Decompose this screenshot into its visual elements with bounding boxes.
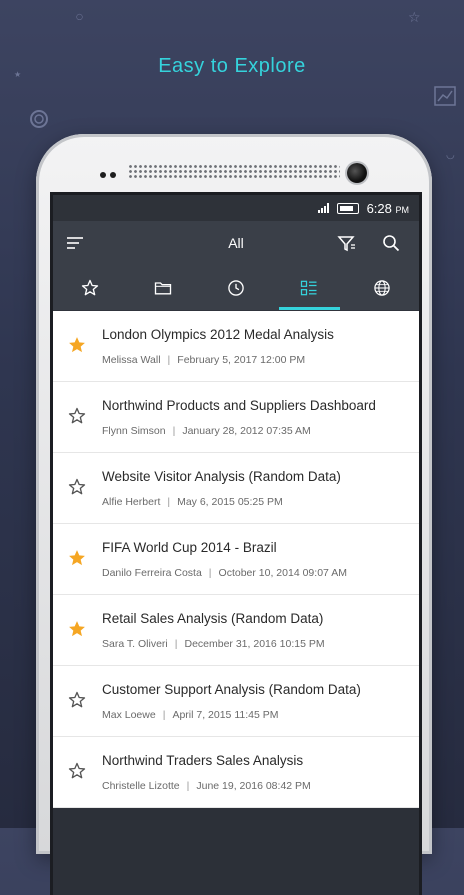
phone-frame: 6:28 PM All London Olympics 2012 Medal A… <box>36 134 432 895</box>
item-meta: Danilo Ferreira Costa | October 10, 2014 0… <box>102 567 347 579</box>
list-item[interactable]: London Olympics 2012 Medal Analysis Melis… <box>53 311 419 382</box>
tab-bar <box>53 265 419 311</box>
item-date: January 28, 2012 <box>182 425 264 437</box>
bg-circle-icon: ○ <box>76 12 83 21</box>
item-title: London Olympics 2012 Medal Analysis <box>102 327 334 342</box>
item-author: Melissa Wall <box>102 354 161 366</box>
item-author: Sara T. Oliveri <box>102 638 168 650</box>
sensor-dot <box>110 172 116 178</box>
app-screen: 6:28 PM All London Olympics 2012 Medal A… <box>50 192 422 895</box>
item-title: FIFA World Cup 2014 - Brazil <box>102 540 277 555</box>
item-date: April 7, 2015 <box>172 709 232 721</box>
item-time: 08:42 PM <box>265 780 311 792</box>
bg-chart-icon <box>434 86 456 110</box>
list-item[interactable]: Retail Sales Analysis (Random Data) Sara … <box>53 595 419 666</box>
meta-separator: | <box>186 780 190 792</box>
item-time: 11:45 PM <box>234 709 279 721</box>
item-title: Retail Sales Analysis (Random Data) <box>102 611 324 626</box>
list-item[interactable]: Northwind Products and Suppliers Dashboa… <box>53 382 419 453</box>
tab-all[interactable] <box>273 265 346 310</box>
item-time: 12:00 PM <box>260 354 306 366</box>
item-meta: Flynn Simson | January 28, 2012 07:35 AM <box>102 425 311 437</box>
bg-arc-icon: ◡ <box>446 150 455 161</box>
item-time: 10:15 PM <box>279 638 325 650</box>
item-author: Flynn Simson <box>102 425 166 437</box>
speaker-grille <box>128 164 340 180</box>
list-item[interactable]: Customer Support Analysis (Random Data) M… <box>53 666 419 737</box>
app-toolbar: All <box>53 221 419 265</box>
item-time: 09:07 AM <box>302 567 347 579</box>
item-author: Christelle Lizotte <box>102 780 180 792</box>
tab-recent[interactable] <box>199 265 272 310</box>
list-item[interactable]: Northwind Traders Sales Analysis Christel… <box>53 737 419 808</box>
star-filled-icon[interactable] <box>67 619 87 639</box>
signal-icon <box>317 203 329 213</box>
item-author: Max Loewe <box>102 709 156 721</box>
meta-separator: | <box>208 567 212 579</box>
star-filled-icon[interactable] <box>67 335 87 355</box>
folder-icon <box>154 281 171 294</box>
item-time: 05:25 PM <box>237 496 283 508</box>
item-date: December 31, 2016 <box>184 638 277 650</box>
status-bar: 6:28 PM <box>53 195 419 221</box>
item-title: Northwind Traders Sales Analysis <box>102 753 304 768</box>
filter-icon[interactable] <box>337 233 357 253</box>
list-item[interactable]: Website Visitor Analysis (Random Data) Al… <box>53 453 419 524</box>
page-headline: Easy to Explore <box>158 55 306 77</box>
item-meta: Max Loewe | April 7, 2015 11:45 PM <box>102 709 279 721</box>
tab-public[interactable] <box>346 265 419 310</box>
globe-icon <box>374 279 391 296</box>
star-outline-icon[interactable] <box>67 406 87 426</box>
meta-separator: | <box>172 425 176 437</box>
meta-separator: | <box>174 638 178 650</box>
star-filled-icon[interactable] <box>67 548 87 568</box>
battery-icon <box>336 202 359 214</box>
tab-favorites[interactable] <box>53 265 126 310</box>
item-date: October 10, 2014 <box>218 567 300 579</box>
item-time: 07:35 AM <box>266 425 311 437</box>
item-title: Northwind Products and Suppliers Dashboa… <box>102 398 376 413</box>
dashboard-list: London Olympics 2012 Medal Analysis Melis… <box>53 311 419 808</box>
bg-star-icon: ☆ <box>408 10 421 26</box>
sensor-dot <box>100 172 106 178</box>
list-icon <box>301 280 317 295</box>
item-date: February 5, 2017 <box>177 354 258 366</box>
item-date: June 19, 2016 <box>196 780 263 792</box>
meta-separator: | <box>162 709 166 721</box>
meta-separator: | <box>167 496 171 508</box>
front-camera <box>347 163 367 183</box>
tab-folders[interactable] <box>126 265 199 310</box>
status-time: 6:28 PM <box>366 200 409 216</box>
item-title: Website Visitor Analysis (Random Data) <box>102 469 341 484</box>
item-meta: Christelle Lizotte | June 19, 2016 08:42 P… <box>102 780 311 792</box>
star-outline-icon[interactable] <box>67 761 87 781</box>
toolbar-title: All <box>228 235 244 251</box>
star-outline-icon[interactable] <box>67 477 87 497</box>
item-meta: Sara T. Oliveri | December 31, 2016 10:15 … <box>102 638 325 650</box>
item-author: Alfie Herbert <box>102 496 161 508</box>
clock-icon <box>228 279 244 296</box>
item-date: May 6, 2015 <box>177 496 235 508</box>
item-title: Customer Support Analysis (Random Data) <box>102 682 361 697</box>
list-item[interactable]: FIFA World Cup 2014 - Brazil Danilo Ferre… <box>53 524 419 595</box>
item-meta: Alfie Herbert | May 6, 2015 05:25 PM <box>102 496 283 508</box>
item-author: Danilo Ferreira Costa <box>102 567 202 579</box>
star-outline-icon <box>81 279 98 295</box>
search-icon[interactable] <box>381 233 401 253</box>
bg-ring-icon <box>28 108 50 134</box>
star-outline-icon[interactable] <box>67 690 87 710</box>
item-meta: Melissa Wall | February 5, 2017 12:00 PM <box>102 354 305 366</box>
meta-separator: | <box>167 354 171 366</box>
